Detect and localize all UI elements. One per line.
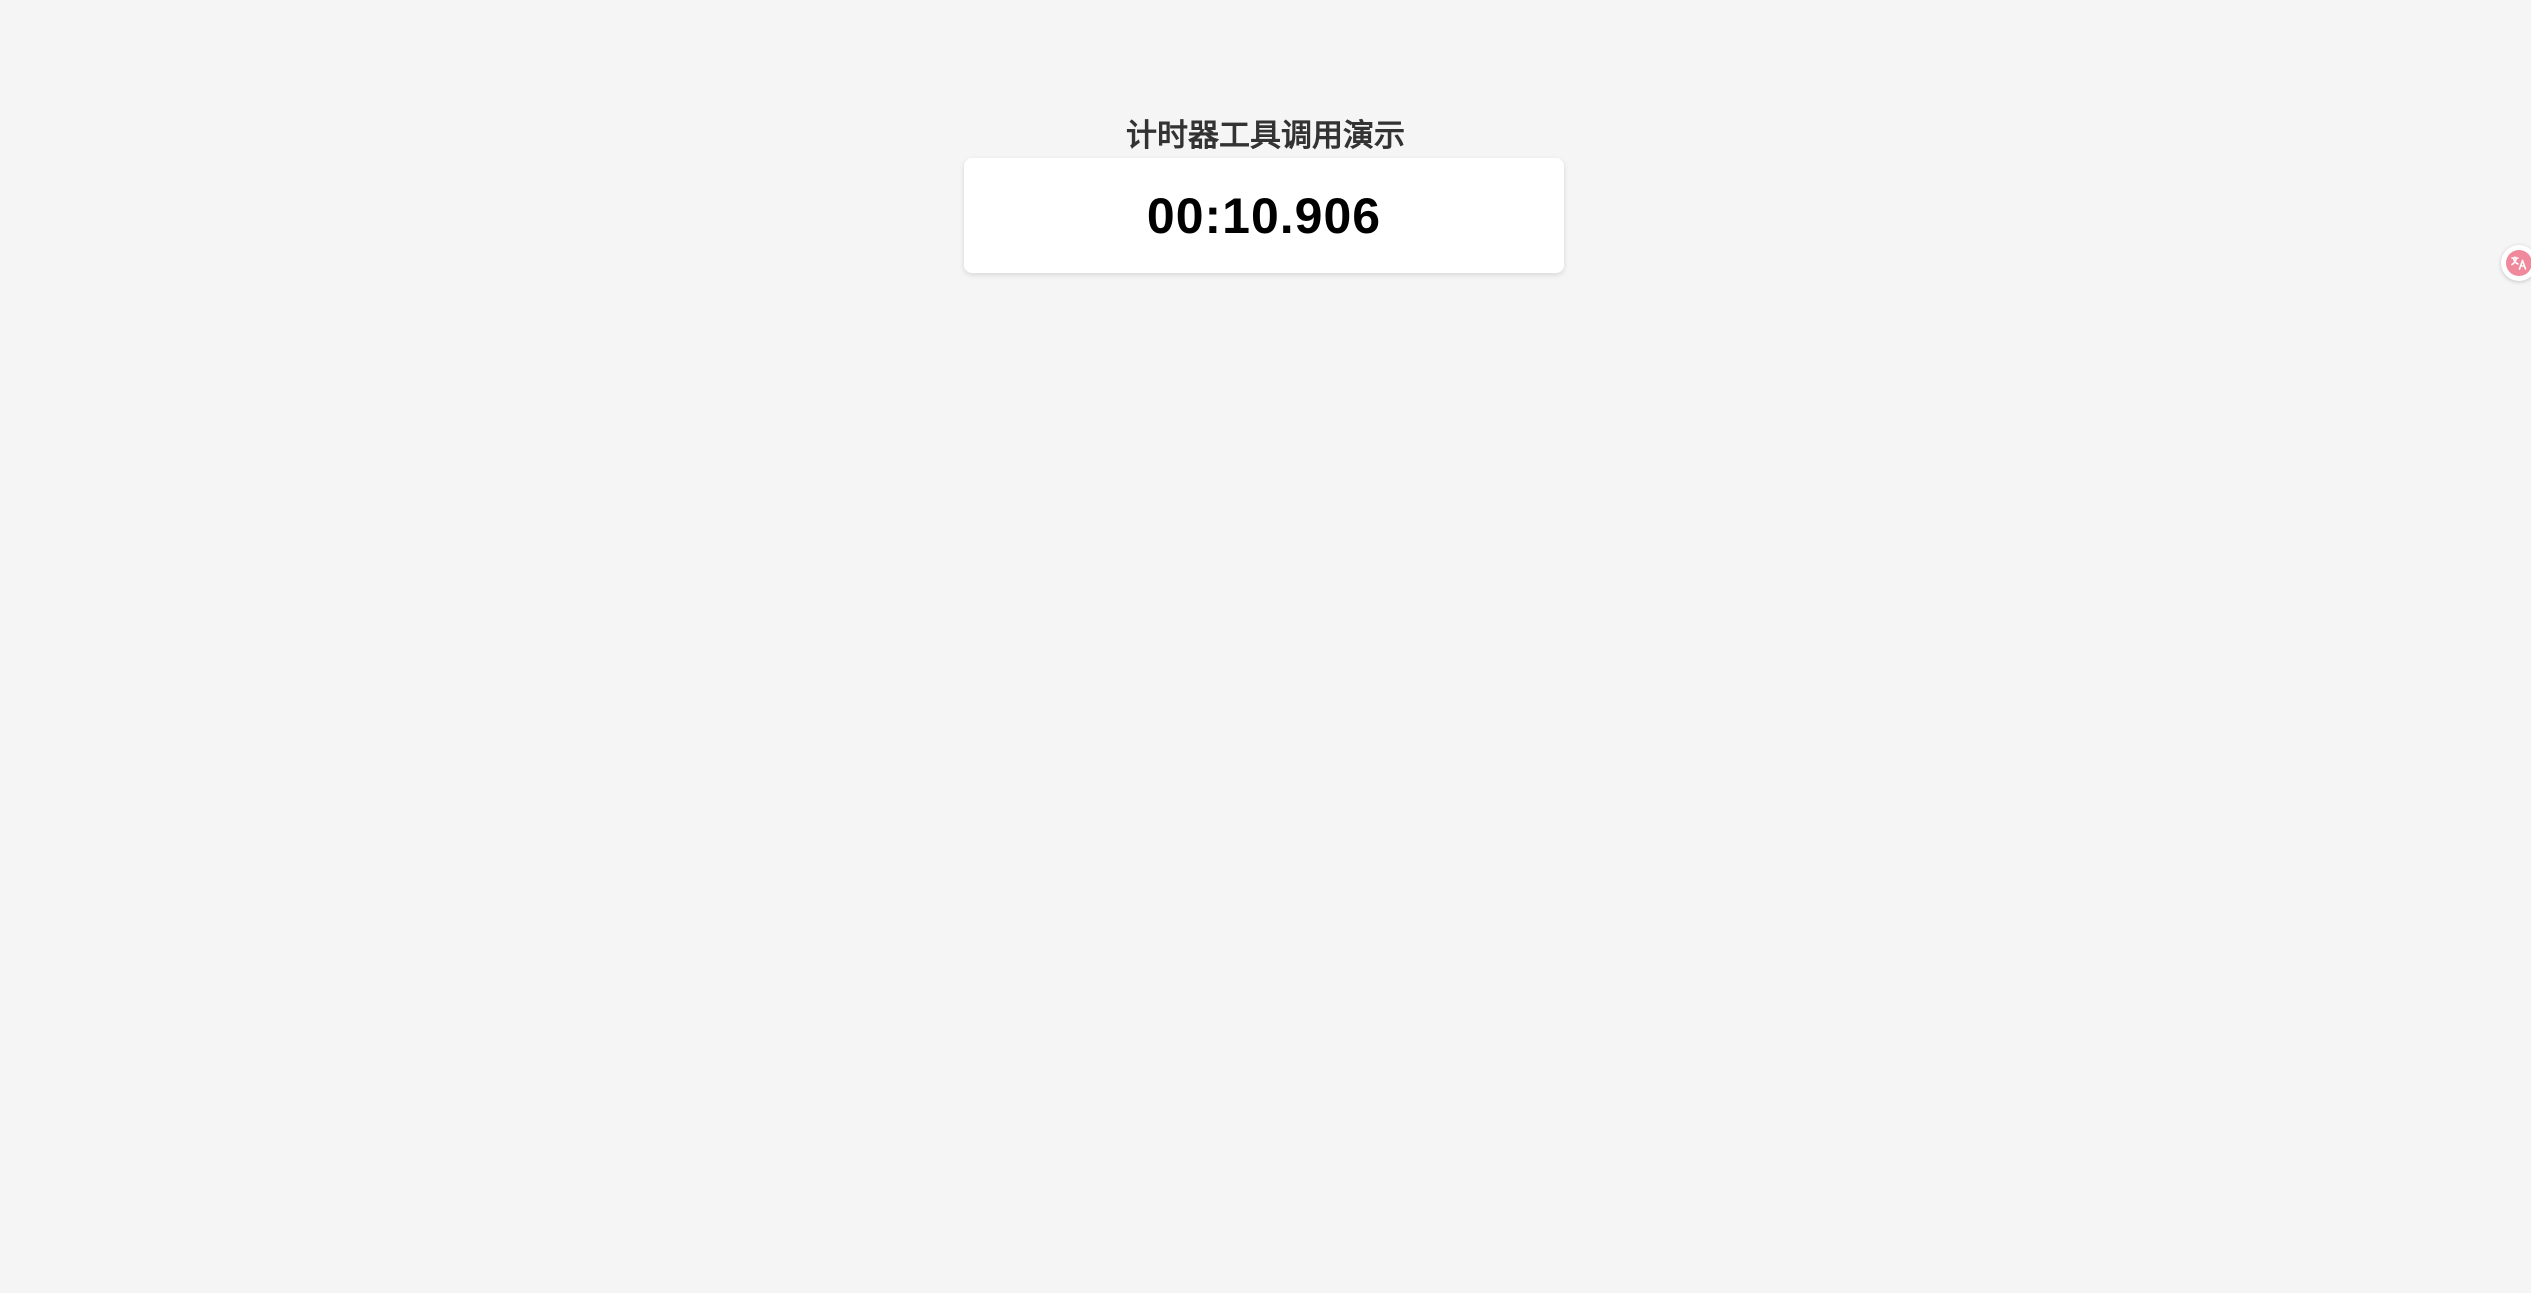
translate-icon — [2506, 250, 2531, 276]
page-title: 计时器工具调用演示 — [1126, 117, 1405, 154]
timer-display: 00:10.906 — [1146, 187, 1382, 244]
translate-button[interactable] — [2501, 245, 2531, 281]
timer-card: 00:10.906 — [964, 158, 1564, 273]
